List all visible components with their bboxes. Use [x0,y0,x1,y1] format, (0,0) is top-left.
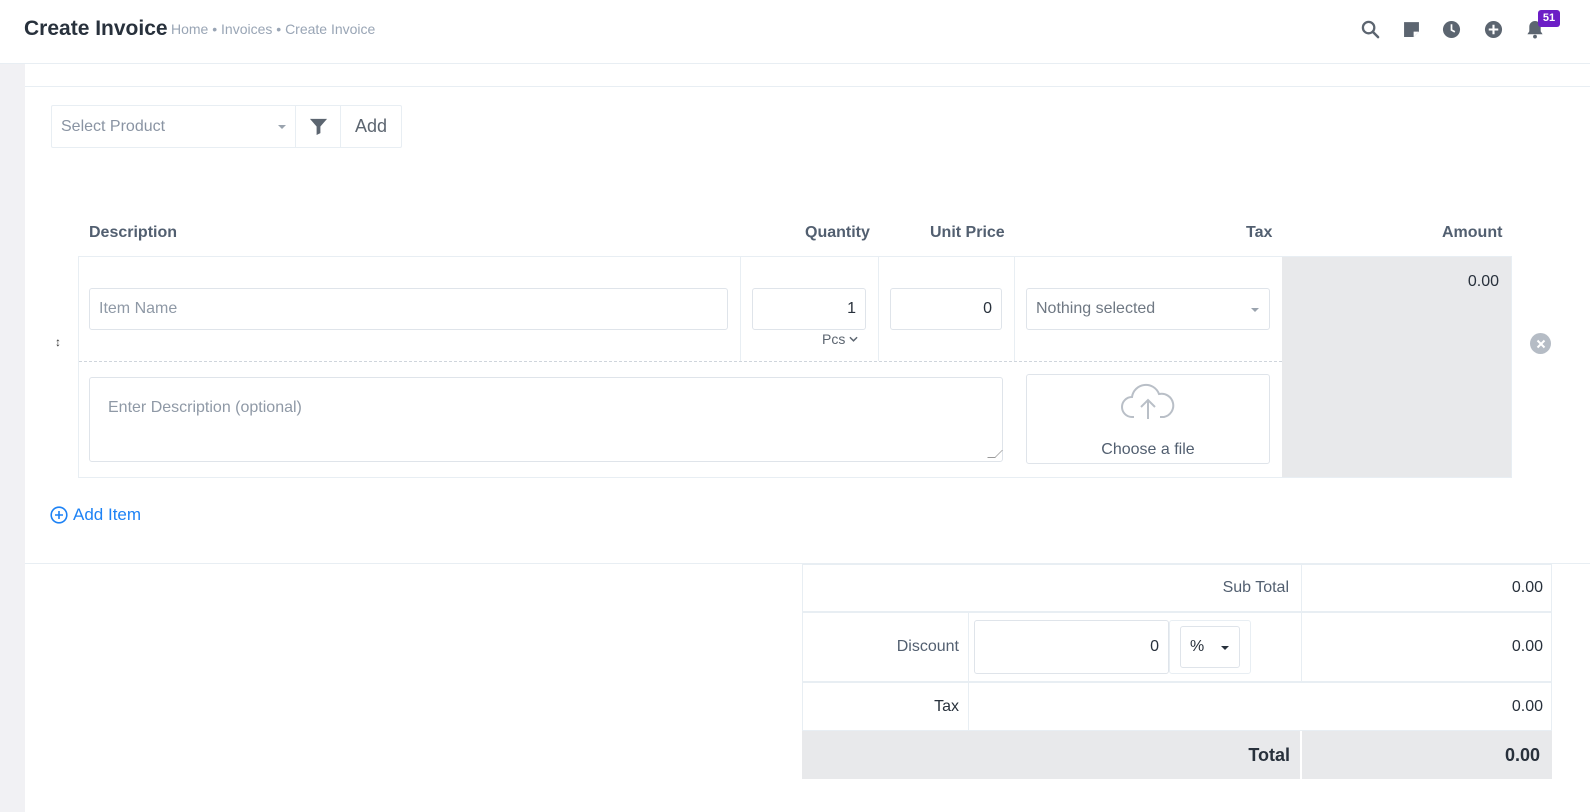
unit-price-value: 0 [983,300,992,317]
add-product-button[interactable]: Add [341,106,401,147]
discount-label: Discount [896,638,959,655]
left-sidebar-strip [0,64,25,812]
item-name-input[interactable]: Item Name [89,288,728,330]
product-picker-group: Select Product Add [51,105,402,148]
breadcrumb: Home • Invoices • Create Invoice [171,21,376,37]
column-header-unit-price: Unit Price [930,224,1005,241]
column-header-quantity: Quantity [805,224,870,241]
close-icon [1536,339,1545,348]
tax-label: Tax [934,698,959,715]
top-header: Create Invoice Home • Invoices • Create … [0,0,1590,64]
column-divider [1014,257,1015,361]
subtotal-label: Sub Total [1222,579,1289,596]
filter-icon [309,118,327,136]
caret-down-icon [278,125,286,129]
amount-cell: 0.00 [1282,257,1511,477]
caret-down-icon [1221,646,1229,650]
item-description-placeholder: Enter Description (optional) [108,399,302,416]
clock-icon[interactable] [1440,18,1462,40]
notification-badge: 51 [1538,10,1560,27]
discount-input-value: 0 [1150,638,1159,655]
choose-file-label: Choose a file [1101,441,1195,458]
cloud-upload-icon [1121,383,1175,419]
tax-row: Tax 0.00 [802,682,1552,731]
total-label: Total [1248,745,1290,765]
add-item-label: Add Item [73,505,142,524]
item-description-textarea[interactable]: Enter Description (optional) [89,377,1003,462]
subtotal-row: Sub Total 0.00 [802,564,1552,612]
resize-handle-icon[interactable] [987,450,1003,458]
column-divider [740,257,741,361]
unit-label: Pcs [822,331,846,347]
page-title: Create Invoice [24,17,168,40]
tax-select-placeholder: Nothing selected [1036,300,1156,317]
subtotal-value: 0.00 [1511,579,1543,596]
column-divider [878,257,879,361]
discount-type-select[interactable]: % [1180,626,1240,668]
discount-input[interactable]: 0 [974,620,1169,674]
column-header-amount: Amount [1442,224,1503,241]
drag-handle-icon[interactable]: ↕ [55,335,61,349]
total-row: Total 0.00 [802,731,1552,779]
search-icon[interactable] [1359,18,1381,40]
tax-select[interactable]: Nothing selected [1026,288,1270,330]
file-upload-box[interactable]: Choose a file [1026,374,1270,464]
chevron-down-icon [849,336,858,342]
row-divider [79,361,1282,362]
quantity-value: 1 [847,300,856,317]
discount-type-value: % [1190,638,1205,655]
add-item-button[interactable]: Add Item [50,505,141,525]
tax-value: 0.00 [1511,698,1543,715]
unit-select[interactable]: Pcs [822,331,858,347]
sticky-note-icon[interactable] [1400,18,1422,40]
total-value: 0.00 [1504,745,1540,765]
product-select[interactable]: Select Product [52,106,296,147]
discount-value: 0.00 [1511,638,1543,655]
column-header-description: Description [89,224,178,241]
column-header-tax: Tax [1246,224,1273,241]
plus-circle-icon[interactable] [1482,18,1504,40]
item-amount: 0.00 [1467,273,1499,290]
quantity-input[interactable]: 1 [752,288,866,330]
item-name-placeholder: Item Name [99,300,178,317]
plus-circle-icon [50,506,68,524]
unit-price-input[interactable]: 0 [890,288,1002,330]
filter-button[interactable] [296,106,341,147]
remove-item-button[interactable] [1530,333,1551,354]
caret-down-icon [1251,308,1259,312]
product-select-placeholder: Select Product [61,118,166,135]
